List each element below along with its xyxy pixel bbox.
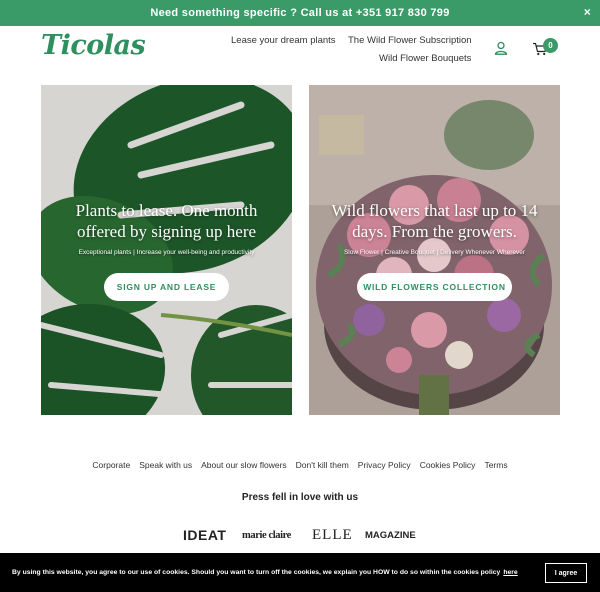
footer-link-about[interactable]: About our slow flowers bbox=[201, 460, 287, 470]
hero-card-wild-flowers[interactable]: Wild flowers that last up to 14 days. Fr… bbox=[309, 85, 560, 415]
press-logo-elle: ELLE bbox=[312, 526, 353, 543]
wild-flowers-collection-button[interactable]: WILD FLOWERS COLLECTION bbox=[357, 273, 512, 301]
hero-wild-flowers-title: Wild flowers that last up to 14 days. Fr… bbox=[331, 201, 538, 241]
announcement-text: Need something specific ? Call us at +35… bbox=[150, 7, 450, 19]
cookie-text: By using this website, you agree to our … bbox=[12, 569, 501, 576]
user-icon[interactable] bbox=[494, 41, 508, 60]
nav-link-lease[interactable]: Lease your dream plants bbox=[231, 35, 336, 46]
hero-lease-subtitle: Exceptional plants | Increase your well-… bbox=[78, 249, 255, 256]
cookie-banner: By using this website, you agree to our … bbox=[0, 553, 600, 592]
footer-link-terms[interactable]: Terms bbox=[484, 460, 507, 470]
cart-count-badge: 0 bbox=[543, 38, 558, 53]
hero-wild-flowers-subtitle: Slow Flower | Creative Bouquet | Deliver… bbox=[343, 249, 526, 256]
cookie-policy-link[interactable]: here bbox=[503, 569, 517, 576]
footer-link-cookies[interactable]: Cookies Policy bbox=[420, 460, 476, 470]
press-logo-ideat: IDEAT bbox=[183, 527, 227, 543]
press-logo-marie-claire: marie claire bbox=[242, 529, 291, 541]
press-heading: Press fell in love with us bbox=[241, 492, 359, 503]
hero-lease-title: Plants to lease. One month offered by si… bbox=[75, 201, 258, 241]
close-icon[interactable]: × bbox=[584, 5, 591, 19]
footer-link-corporate[interactable]: Corporate bbox=[92, 460, 130, 470]
site-logo[interactable]: Ticolas bbox=[41, 30, 146, 61]
nav-link-subscription[interactable]: The Wild Flower Subscription bbox=[348, 35, 472, 46]
sign-up-and-lease-button[interactable]: SIGN UP AND LEASE bbox=[104, 273, 229, 301]
footer-link-privacy[interactable]: Privacy Policy bbox=[358, 460, 411, 470]
footer-link-speak-with-us[interactable]: Speak with us bbox=[139, 460, 192, 470]
agree-button[interactable]: I agree bbox=[545, 563, 587, 583]
nav-link-bouquets[interactable]: Wild Flower Bouquets bbox=[379, 53, 471, 64]
footer-link-dont-kill-them[interactable]: Don't kill them bbox=[296, 460, 349, 470]
press-logo-magazine: MAGAZINE bbox=[365, 529, 416, 541]
footer-links: Corporate Speak with us About our slow f… bbox=[0, 460, 600, 470]
announcement-bar: Need something specific ? Call us at +35… bbox=[0, 0, 600, 26]
hero-card-lease[interactable]: Plants to lease. One month offered by si… bbox=[41, 85, 292, 415]
